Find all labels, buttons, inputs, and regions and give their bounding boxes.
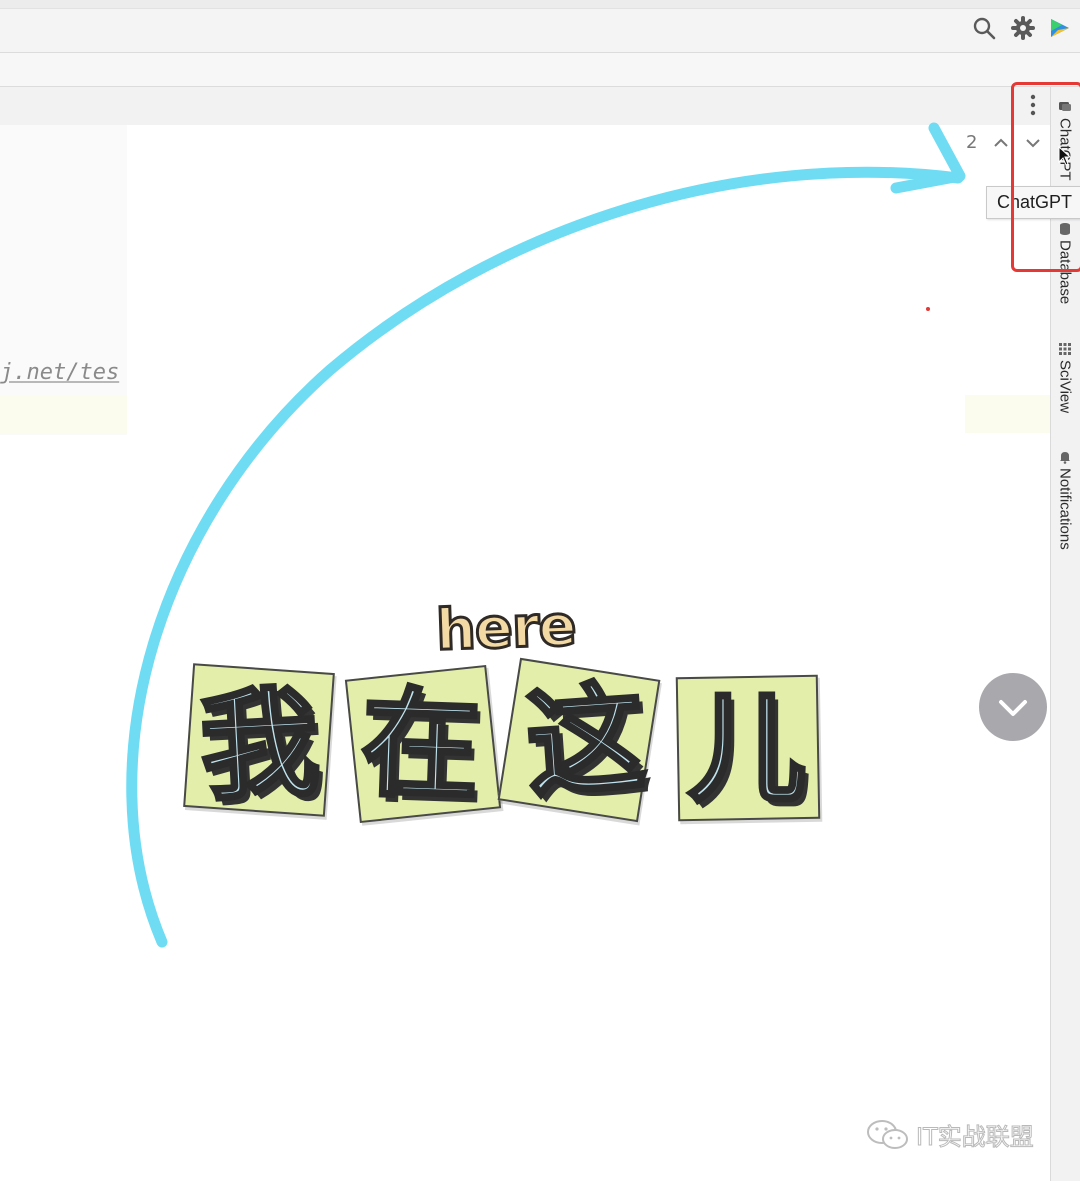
title-char-1: 我: [195, 670, 324, 818]
chevron-down-icon: [999, 700, 1027, 716]
editor-gutter-area: [0, 125, 127, 435]
gear-icon[interactable]: [1011, 16, 1035, 40]
watermark: IT实战联盟: [866, 1117, 1034, 1152]
annotation-highlight-box: [1011, 82, 1080, 272]
grid-icon: [1059, 343, 1071, 355]
plugin-logo-icon[interactable]: [1048, 16, 1072, 40]
current-line-highlight-right: [965, 395, 1050, 433]
annotation-dot: [926, 307, 930, 311]
editor-tab-bar: [0, 87, 1050, 125]
annotation-arrow: [126, 122, 966, 948]
window-edge: [0, 0, 1080, 9]
tool-tab-label: Notifications: [1056, 468, 1074, 550]
title-char-3: 这: [520, 666, 651, 816]
tool-tab-sciview[interactable]: SciView: [1052, 342, 1078, 413]
title-char-4: 儿: [686, 678, 808, 820]
code-url-fragment: j.net/tes: [0, 360, 120, 385]
tool-tab-label: SciView: [1056, 360, 1074, 414]
bell-icon: [1060, 452, 1070, 464]
tool-tab-notifications[interactable]: Notifications: [1052, 450, 1078, 550]
title-char-2: 在: [357, 671, 484, 817]
wechat-icon: [867, 1119, 908, 1149]
match-count: 2: [966, 132, 978, 153]
mouse-cursor-icon: [1058, 146, 1072, 166]
watermark-text: IT实战联盟: [916, 1123, 1035, 1152]
scroll-down-button[interactable]: [979, 673, 1047, 741]
previous-match-icon[interactable]: [992, 134, 1010, 152]
search-icon[interactable]: [972, 16, 996, 40]
navigation-bar: [0, 53, 1080, 87]
current-line-highlight: [0, 395, 127, 433]
